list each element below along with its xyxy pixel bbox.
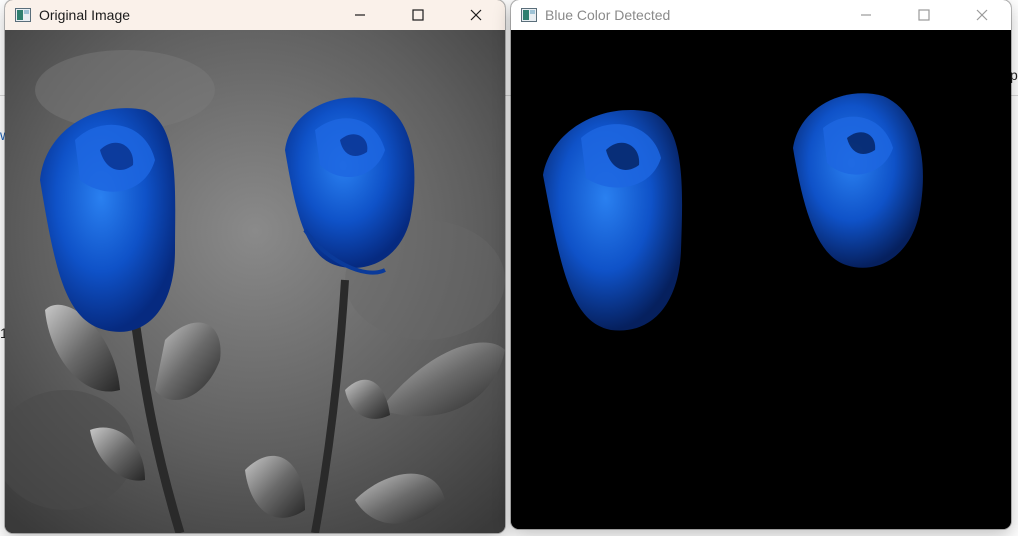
background-text-fragment: p (1010, 67, 1018, 83)
grayscale-roses-with-blue-flowers (5, 30, 505, 533)
maximize-icon (918, 9, 930, 21)
window-title: Original Image (39, 7, 131, 23)
minimize-button[interactable] (837, 0, 895, 30)
title-bar[interactable]: Blue Color Detected (511, 0, 1011, 30)
opencv-window-icon (521, 8, 537, 22)
blue-mask-roses-on-black (511, 30, 1011, 529)
maximize-button[interactable] (389, 0, 447, 30)
minimize-icon (355, 14, 365, 16)
window-title: Blue Color Detected (545, 7, 671, 23)
desktop: w 1 p Original Image (0, 0, 1018, 536)
minimize-button[interactable] (331, 0, 389, 30)
maximize-button[interactable] (895, 0, 953, 30)
window-original-image[interactable]: Original Image (5, 0, 505, 533)
image-canvas-mask (511, 30, 1011, 529)
minimize-icon (861, 14, 871, 16)
opencv-window-icon (15, 8, 31, 22)
title-bar[interactable]: Original Image (5, 0, 505, 30)
close-button[interactable] (953, 0, 1011, 30)
close-icon (470, 9, 482, 21)
maximize-icon (412, 9, 424, 21)
close-icon (976, 9, 988, 21)
image-canvas-original (5, 30, 505, 533)
close-button[interactable] (447, 0, 505, 30)
window-blue-color-detected[interactable]: Blue Color Detected (511, 0, 1011, 529)
